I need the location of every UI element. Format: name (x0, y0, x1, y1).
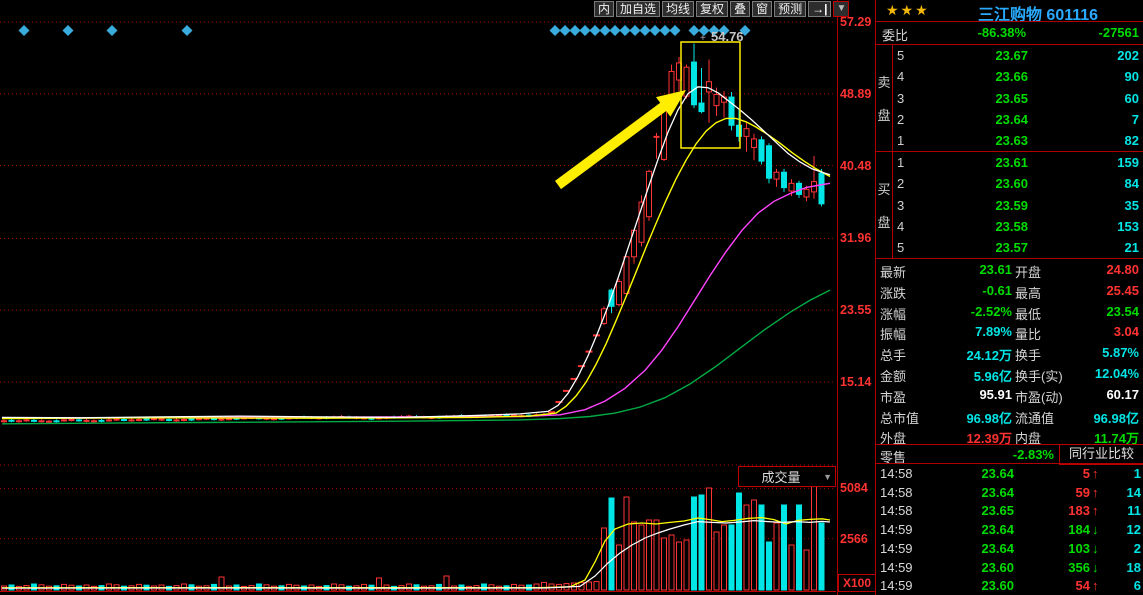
stats-row: 总市值96.98亿 流通值96.98亿 (876, 405, 1143, 426)
trade-direction-icon (1092, 503, 1099, 518)
toolbar-dropdown-icon[interactable]: ▼ (833, 1, 849, 17)
price-axis-label: 31.96 (840, 231, 871, 245)
bid-level-row[interactable]: 323.5935 (893, 195, 1143, 216)
ask-level-row[interactable]: 123.6382 (893, 130, 1143, 151)
bid-book: 买 盘 123.61159 223.6084 323.5935 423.5815… (876, 152, 1143, 258)
ask-level-row[interactable]: 423.6690 (893, 66, 1143, 87)
toolbar-button-nei[interactable]: 内 (594, 1, 614, 17)
volume-indicator-selector[interactable]: 成交量 ▼ (738, 466, 836, 487)
committee-ratio-row: 委比 -86.38% -27561 (876, 22, 1143, 44)
tick-row: 14:5923.64 184 12 (876, 520, 1143, 539)
trade-direction-icon (1092, 578, 1099, 593)
stats-row: 最新23.61 开盘24.80 (876, 259, 1143, 280)
tick-row: 14:5823.65 183 11 (876, 501, 1143, 520)
price-axis-line (837, 0, 838, 595)
stats-row: 总手24.12万 换手5.87% (876, 342, 1143, 363)
high-point-marker: + (700, 33, 706, 44)
ask-side-label: 卖 盘 (876, 45, 893, 151)
tick-row: 14:5823.64 5 1 (876, 464, 1143, 483)
trade-direction-icon (1092, 485, 1099, 500)
price-axis-label: 48.89 (840, 87, 871, 101)
chevron-down-icon[interactable]: ▼ (823, 472, 835, 482)
ask-book: 卖 盘 523.67202 423.6690 323.6560 223.647 … (876, 45, 1143, 151)
bid-level-row[interactable]: 223.6084 (893, 173, 1143, 194)
toolbar-button-ma[interactable]: 均线 (662, 1, 694, 17)
ask-level-row[interactable]: 223.647 (893, 109, 1143, 130)
stats-row: 金额5.96亿 换手(实)12.04% (876, 363, 1143, 384)
weibi-label: 委比 (882, 25, 908, 44)
toolbar-button-add-watchlist[interactable]: 加自选 (616, 1, 660, 17)
ask-level-row[interactable]: 323.6560 (893, 88, 1143, 109)
tick-row: 14:5823.64 59 14 (876, 483, 1143, 502)
stats-row: 振幅7.89% 量比3.04 (876, 321, 1143, 342)
toolbar-button-forecast[interactable]: 预测 (774, 1, 806, 17)
chart-toolbar: 内 加自选 均线 复权 叠 窗 预测 →| ▼ (594, 0, 849, 18)
price-axis-label: 40.48 (840, 159, 871, 173)
toolbar-button-window[interactable]: 窗 (752, 1, 772, 17)
volume-axis-label: 2566 (840, 532, 868, 546)
bid-level-row[interactable]: 523.5721 (893, 237, 1143, 258)
price-axis-label: 23.55 (840, 303, 871, 317)
high-price-annotation: 54.76 (711, 29, 744, 44)
tick-row: 14:5923.60 54 6 (876, 576, 1143, 595)
trade-direction-icon (1092, 560, 1099, 575)
sector-row: 零售 -2.83% 同行业比较 (876, 445, 1143, 463)
ask-level-row[interactable]: 523.67202 (893, 45, 1143, 66)
tick-row: 14:5923.60 356 18 (876, 558, 1143, 577)
trade-direction-icon (1092, 541, 1099, 556)
volume-unit-label: X100 (838, 574, 876, 592)
tick-list[interactable]: 14:5823.64 5 1 14:5823.64 59 14 14:5823.… (876, 464, 1143, 595)
industry-compare-button[interactable]: 同行业比较 (1059, 444, 1143, 465)
skip-to-end-icon[interactable]: →| (808, 1, 831, 17)
stock-header: ★★★ 三江购物 601116 (876, 0, 1143, 21)
trade-direction-icon (1092, 466, 1099, 481)
toolbar-button-overlay[interactable]: 叠 (730, 1, 750, 17)
weibi-diff: -27561 (1099, 25, 1139, 40)
volume-pane-title: 成交量 (739, 467, 823, 486)
candlestick-chart[interactable] (0, 0, 837, 595)
stats-row: 市盈95.91 市盈(动)60.17 (876, 384, 1143, 405)
quote-panel: ★★★ 三江购物 601116 委比 -86.38% -27561 卖 盘 52… (876, 0, 1143, 595)
bid-level-row[interactable]: 423.58153 (893, 216, 1143, 237)
rating-stars-icon: ★★★ (886, 2, 930, 19)
volume-axis-label: 5084 (840, 481, 868, 495)
toolbar-button-adjust[interactable]: 复权 (696, 1, 728, 17)
stats-row: 涨跌-0.61 最高25.45 (876, 280, 1143, 301)
weibi-percent: -86.38% (936, 25, 1026, 40)
trade-direction-icon (1092, 522, 1099, 537)
trading-terminal-window: 内 加自选 均线 复权 叠 窗 预测 →| ▼ + 54.76 57.29 48… (0, 0, 1143, 595)
bid-side-label: 买 盘 (876, 152, 893, 258)
stats-row: 涨幅-2.52% 最低23.54 (876, 301, 1143, 322)
bid-level-row[interactable]: 123.61159 (893, 152, 1143, 173)
price-axis-label: 15.14 (840, 375, 871, 389)
sector-change: -2.83% (976, 447, 1054, 462)
tick-row: 14:5923.64 103 2 (876, 539, 1143, 558)
